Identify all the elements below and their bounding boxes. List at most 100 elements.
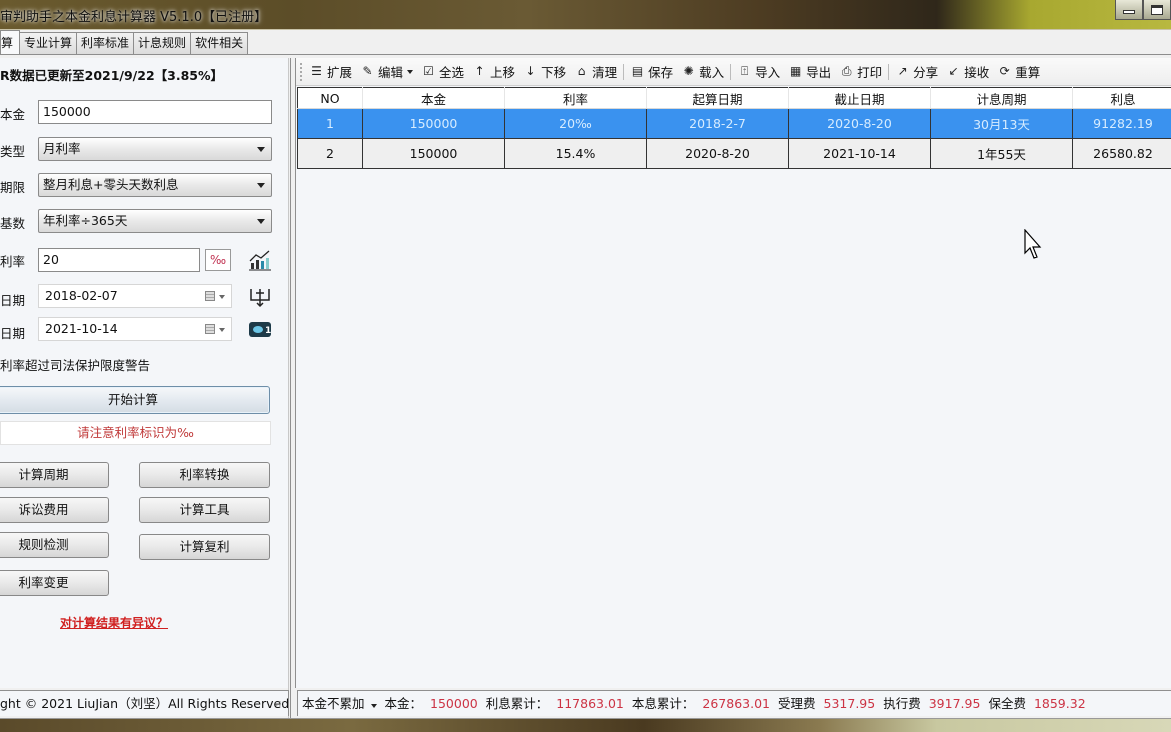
import-button[interactable]: ⍐ 导入 <box>737 62 780 81</box>
start-date-picker[interactable]: 2018-02-07 <box>38 284 232 308</box>
cell-rate[interactable]: 15.4% <box>504 138 647 169</box>
print-button[interactable]: ⎙ 打印 <box>839 62 882 81</box>
print-icon: ⎙ <box>841 64 852 78</box>
rate-chart-icon[interactable] <box>248 249 272 271</box>
calc-tools-button[interactable]: 计算工具 <box>139 497 270 523</box>
rate-unit-button[interactable]: ‰ <box>205 249 231 271</box>
column-header-interest[interactable]: 利息 <box>1072 87 1171 109</box>
compound-interest-button[interactable]: 计算复利 <box>139 534 270 560</box>
panel-splitter[interactable] <box>288 58 291 718</box>
title-bar: 审判助手之本金利息计算器 V5.1.0【已注册】 <box>0 0 1171 30</box>
cell-end-date[interactable]: 2020-8-20 <box>788 108 931 139</box>
rule-check-button[interactable]: 规则检测 <box>0 532 109 558</box>
maximize-button[interactable] <box>1143 0 1171 20</box>
tab-rate-standard[interactable]: 利率标准 <box>76 32 135 54</box>
rate-type-select[interactable]: 月利率 <box>38 137 272 161</box>
column-header-rate[interactable]: 利率 <box>504 87 647 109</box>
rate-input[interactable]: 20 <box>38 248 200 272</box>
column-header-principal[interactable]: 本金 <box>362 87 505 109</box>
cell-end-date[interactable]: 2021-10-14 <box>788 138 931 169</box>
tab-interest-rules[interactable]: 计息规则 <box>133 32 192 54</box>
rate-convert-button[interactable]: 利率转换 <box>139 462 270 488</box>
cell-no[interactable]: 1 <box>297 108 363 139</box>
tab-divider <box>0 54 1171 55</box>
sum-total-value: 267863.01 <box>702 695 770 711</box>
insert-row-icon[interactable] <box>248 286 272 308</box>
expand-button[interactable]: ☰ 扩展 <box>309 62 352 81</box>
export-button[interactable]: ▦ 导出 <box>788 62 831 81</box>
acceptance-fee-label: 受理费 <box>778 695 816 711</box>
start-calculation-button[interactable]: 开始计算 <box>0 386 270 414</box>
resize-grip-icon[interactable]: .:: <box>275 691 285 716</box>
base-label: 基数 <box>0 216 26 231</box>
clean-icon: ⌂ <box>577 64 586 78</box>
calendar-icon <box>205 291 215 301</box>
rate-change-button[interactable]: 利率变更 <box>0 570 109 596</box>
toolbar-separator <box>888 63 890 80</box>
counter-icon[interactable]: 1 <box>248 319 272 341</box>
cell-period[interactable]: 30月13天 <box>930 108 1073 139</box>
principal-input[interactable]: 150000 <box>38 100 272 124</box>
chevron-down-icon <box>219 295 225 299</box>
chevron-down-icon <box>257 147 265 152</box>
input-panel: R数据已更新至2021/9/22【3.85%】 本金 150000 类型 月利率… <box>0 58 289 688</box>
base-value: 年利率÷365天 <box>43 213 128 228</box>
chevron-down-icon <box>370 703 377 708</box>
accumulation-mode-dropdown[interactable]: 本金不累加 <box>302 691 377 717</box>
chevron-down-icon <box>219 328 225 332</box>
edit-button[interactable]: ✎ 编辑 <box>360 62 414 81</box>
cell-interest[interactable]: 26580.82 <box>1072 138 1171 169</box>
rate-label: 利率 <box>0 254 26 269</box>
lpr-notice: R数据已更新至2021/9/22【3.85%】 <box>0 68 224 83</box>
chevron-down-icon <box>407 69 414 74</box>
maximize-icon <box>1151 4 1163 15</box>
chevron-down-icon <box>257 219 265 224</box>
select-all-button[interactable]: ☑ 全选 <box>421 62 464 81</box>
column-header-start-date[interactable]: 起算日期 <box>646 87 789 109</box>
desktop-background <box>0 718 1171 732</box>
load-icon: ✺ <box>683 64 694 78</box>
minimize-button[interactable] <box>1115 0 1143 20</box>
rate-unit-hint: 请注意利率标识为‰ <box>0 421 271 445</box>
table-row[interactable]: 1 150000 20‰ 2018-2-7 2020-8-20 30月13天 9… <box>297 108 1171 139</box>
load-button[interactable]: ✺ 载入 <box>681 62 725 81</box>
recalculate-button[interactable]: ⟳ 重算 <box>997 62 1041 81</box>
move-down-button[interactable]: ↓ 下移 <box>523 62 567 81</box>
principal-label: 本金 <box>0 107 26 122</box>
term-label: 期限 <box>0 180 26 195</box>
end-date-picker[interactable]: 2021-10-14 <box>38 317 232 341</box>
litigation-fee-button[interactable]: 诉讼费用 <box>0 497 109 523</box>
rate-limit-warning-checkbox[interactable]: 利率超过司法保护限度警告 <box>0 355 150 374</box>
cell-start-date[interactable]: 2020-8-20 <box>646 138 789 169</box>
toolbar-grip[interactable] <box>300 62 303 81</box>
cell-rate[interactable]: 20‰ <box>504 108 647 139</box>
execution-fee-label: 执行费 <box>883 695 921 711</box>
move-up-button[interactable]: ↑ 上移 <box>472 62 516 81</box>
clean-button[interactable]: ⌂ 清理 <box>574 62 617 81</box>
tab-software[interactable]: 软件相关 <box>190 32 249 54</box>
tab-calc[interactable]: 算 <box>0 30 21 54</box>
receive-button[interactable]: ↙ 接收 <box>946 62 990 81</box>
base-select[interactable]: 年利率÷365天 <box>38 209 272 233</box>
cell-start-date[interactable]: 2018-2-7 <box>646 108 789 139</box>
term-select[interactable]: 整月利息+零头天数利息 <box>38 173 272 197</box>
table-row[interactable]: 2 150000 15.4% 2020-8-20 2021-10-14 1年55… <box>297 138 1171 169</box>
share-icon: ↗ <box>897 64 908 78</box>
column-header-no[interactable]: NO <box>297 87 363 109</box>
cell-principal[interactable]: 150000 <box>362 138 505 169</box>
cell-no[interactable]: 2 <box>297 138 363 169</box>
dispute-link[interactable]: 对计算结果有异议？ <box>60 614 168 631</box>
calc-period-button[interactable]: 计算周期 <box>0 462 109 488</box>
share-button[interactable]: ↗ 分享 <box>895 62 939 81</box>
receive-icon: ↙ <box>948 64 959 78</box>
column-header-end-date[interactable]: 截止日期 <box>788 87 931 109</box>
save-icon: ▤ <box>631 64 644 78</box>
cell-principal[interactable]: 150000 <box>362 108 505 139</box>
save-button[interactable]: ▤ 保存 <box>630 62 673 81</box>
cell-interest[interactable]: 91282.19 <box>1072 108 1171 139</box>
cell-period[interactable]: 1年55天 <box>930 138 1073 169</box>
tab-professional[interactable]: 专业计算 <box>19 32 78 54</box>
end-date-value: 2021-10-14 <box>45 321 118 336</box>
column-header-period[interactable]: 计息周期 <box>930 87 1073 109</box>
execution-fee-value: 3917.95 <box>928 695 981 711</box>
